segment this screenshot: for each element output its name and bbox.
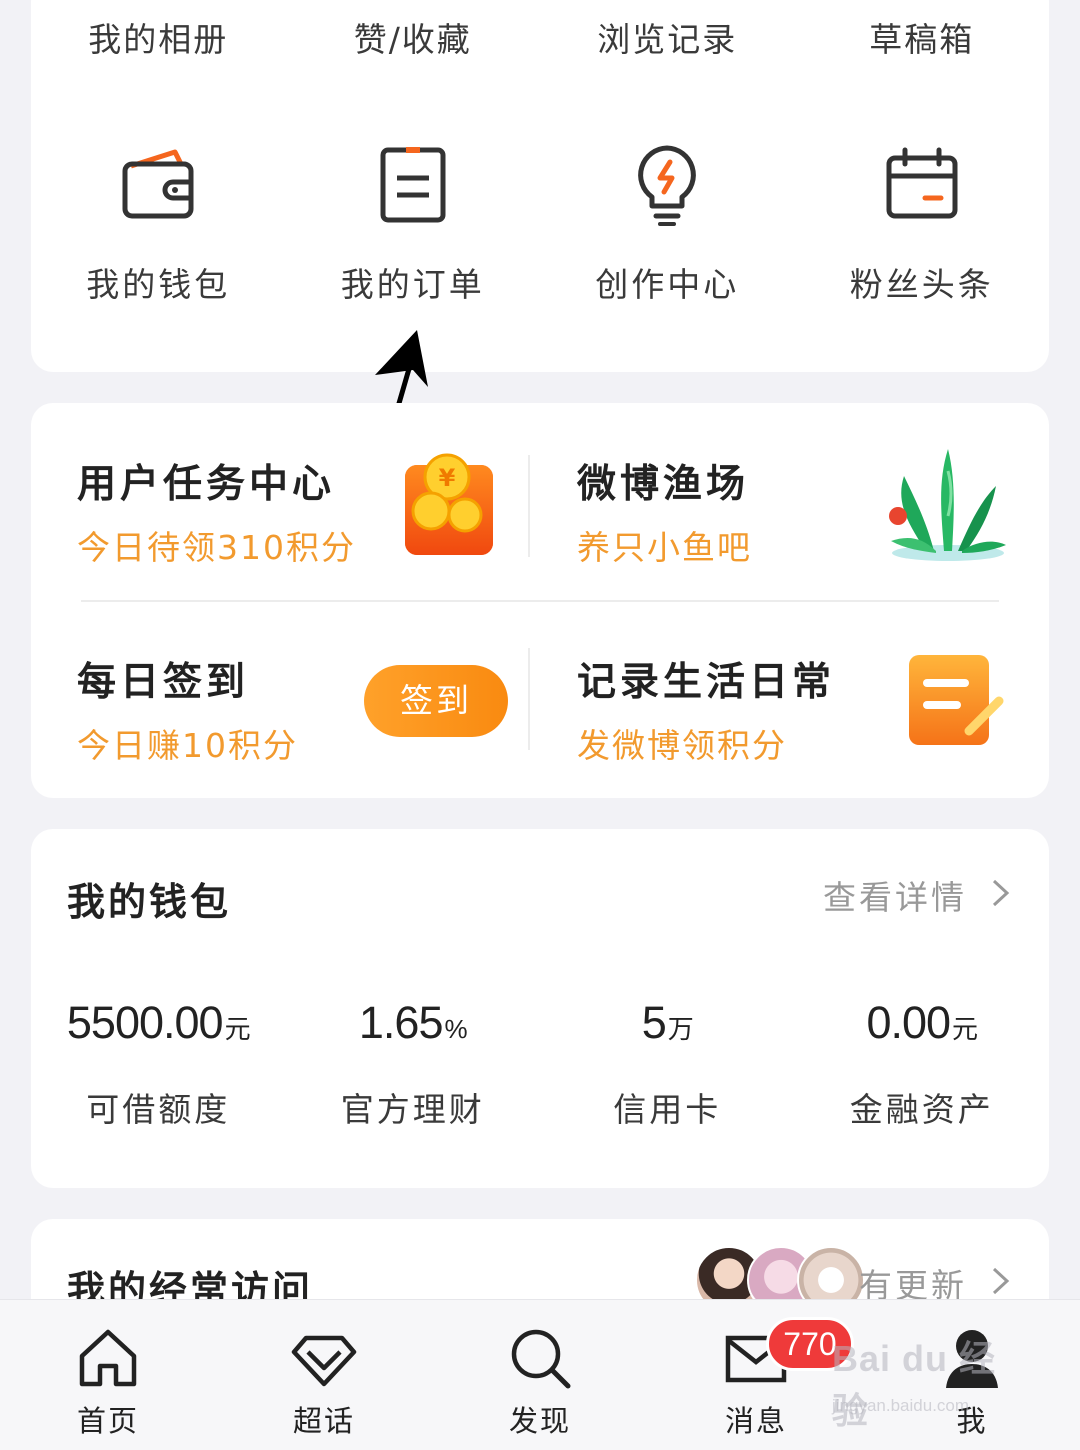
baidu-jingyan-watermark: Bai du 经验 jingyan.baidu.com	[832, 1330, 1032, 1431]
my-wallet-shortcut[interactable]: 我的钱包	[31, 140, 286, 340]
wealth-management-label: 官方理财	[340, 1090, 485, 1129]
fish-farm-title: 微博渔场	[577, 462, 750, 507]
nav-discover[interactable]: 发现	[480, 1300, 600, 1450]
wealth-management-value: 1.65	[358, 997, 444, 1048]
top-links-row: 我的相册 赞/收藏 浏览记录 草稿箱	[31, 10, 1049, 70]
lightbulb-icon	[638, 145, 697, 226]
browse-history-link[interactable]: 浏览记录	[540, 10, 795, 70]
my-album-link[interactable]: 我的相册	[31, 10, 286, 70]
drafts-link[interactable]: 草稿箱	[795, 10, 1050, 70]
likes-favorites-link[interactable]: 赞/收藏	[286, 10, 541, 70]
nav-home-label: 首页	[76, 1404, 139, 1438]
credit-card-unit: 万	[667, 1014, 694, 1044]
note-pencil-icon	[909, 655, 1004, 745]
financial-assets-value: 0.00	[866, 997, 951, 1048]
wealth-management-unit: %	[444, 1014, 467, 1044]
coin-pouch-icon: ¥	[405, 453, 493, 555]
fans-headline-shortcut[interactable]: 粉丝头条	[795, 140, 1050, 340]
financial-assets-unit: 元	[952, 1014, 978, 1044]
search-icon	[511, 1329, 571, 1389]
wallet-card: 我的钱包 查看详情 5500.00元 可借额度 1.65% 官方理财 5万 信用…	[31, 829, 1049, 1188]
divider	[528, 648, 530, 750]
wallet-details-link[interactable]: 查看详情	[823, 871, 967, 919]
my-orders-shortcut[interactable]: 我的订单	[286, 140, 541, 340]
diamond-icon	[291, 1335, 357, 1387]
divider	[528, 455, 530, 557]
seaweed-icon	[889, 449, 1006, 561]
fans-headline-label: 粉丝头条	[849, 265, 994, 304]
credit-card-label: 信用卡	[613, 1090, 722, 1129]
nav-home[interactable]: 首页	[48, 1300, 168, 1450]
nav-discover-label: 发现	[508, 1404, 571, 1438]
credit-limit-stat[interactable]: 5500.00元 可借额度	[31, 997, 286, 1131]
nav-super-topic[interactable]: 超话	[264, 1300, 384, 1450]
daily-sign-subtitle: 今日赚10积分	[77, 726, 298, 765]
record-life-subtitle: 发微博领积分	[577, 726, 787, 765]
credit-card-value: 5	[641, 997, 667, 1048]
wallet-title: 我的钱包	[67, 880, 232, 924]
chevron-right-icon[interactable]	[989, 873, 1013, 913]
user-task-title: 用户任务中心	[77, 462, 336, 507]
financial-assets-label: 金融资产	[849, 1090, 994, 1129]
wallet-icon	[122, 149, 194, 219]
watermark-url: jingyan.baidu.com	[832, 1396, 970, 1415]
credit-limit-label: 可借额度	[86, 1090, 231, 1129]
home-icon	[79, 1329, 137, 1387]
calendar-icon	[886, 147, 958, 219]
credit-card-stat[interactable]: 5万 信用卡	[540, 997, 795, 1131]
creator-center-label: 创作中心	[595, 265, 740, 304]
creator-center-shortcut[interactable]: 创作中心	[540, 140, 795, 340]
wallet-stats: 5500.00元 可借额度 1.65% 官方理财 5万 信用卡 0.00元 金融…	[31, 997, 1049, 1131]
chevron-right-icon[interactable]	[989, 1261, 1013, 1301]
record-life-title: 记录生活日常	[577, 660, 836, 705]
svg-text:¥: ¥	[439, 464, 456, 492]
credit-limit-value: 5500.00	[66, 997, 224, 1048]
fish-farm-subtitle: 养只小鱼吧	[577, 528, 752, 567]
watermark-text: Bai du 经验	[832, 1338, 997, 1431]
daily-sign-title: 每日签到	[77, 660, 250, 705]
order-list-icon	[380, 147, 446, 223]
nav-super-topic-label: 超话	[292, 1404, 355, 1438]
sign-in-button[interactable]: 签到	[364, 665, 508, 737]
tasks-card: 用户任务中心 今日待领310积分 ¥ 微博渔场 养只小鱼吧 每日签到 今日赚10…	[31, 403, 1049, 798]
shortcut-icons-row: 我的钱包 我的订单 创作中心 粉丝头条	[31, 140, 1049, 340]
user-task-subtitle: 今日待领310积分	[77, 528, 356, 567]
financial-assets-stat[interactable]: 0.00元 金融资产	[795, 997, 1050, 1131]
shortcuts-card: 我的相册 赞/收藏 浏览记录 草稿箱 我的钱包 我的订单 创作中心 粉丝头条	[31, 0, 1049, 372]
wealth-management-stat[interactable]: 1.65% 官方理财	[286, 997, 541, 1131]
nav-messages-label: 消息	[724, 1404, 787, 1438]
my-wallet-label: 我的钱包	[86, 265, 231, 304]
credit-limit-unit: 元	[224, 1014, 251, 1044]
my-orders-label: 我的订单	[340, 265, 485, 304]
